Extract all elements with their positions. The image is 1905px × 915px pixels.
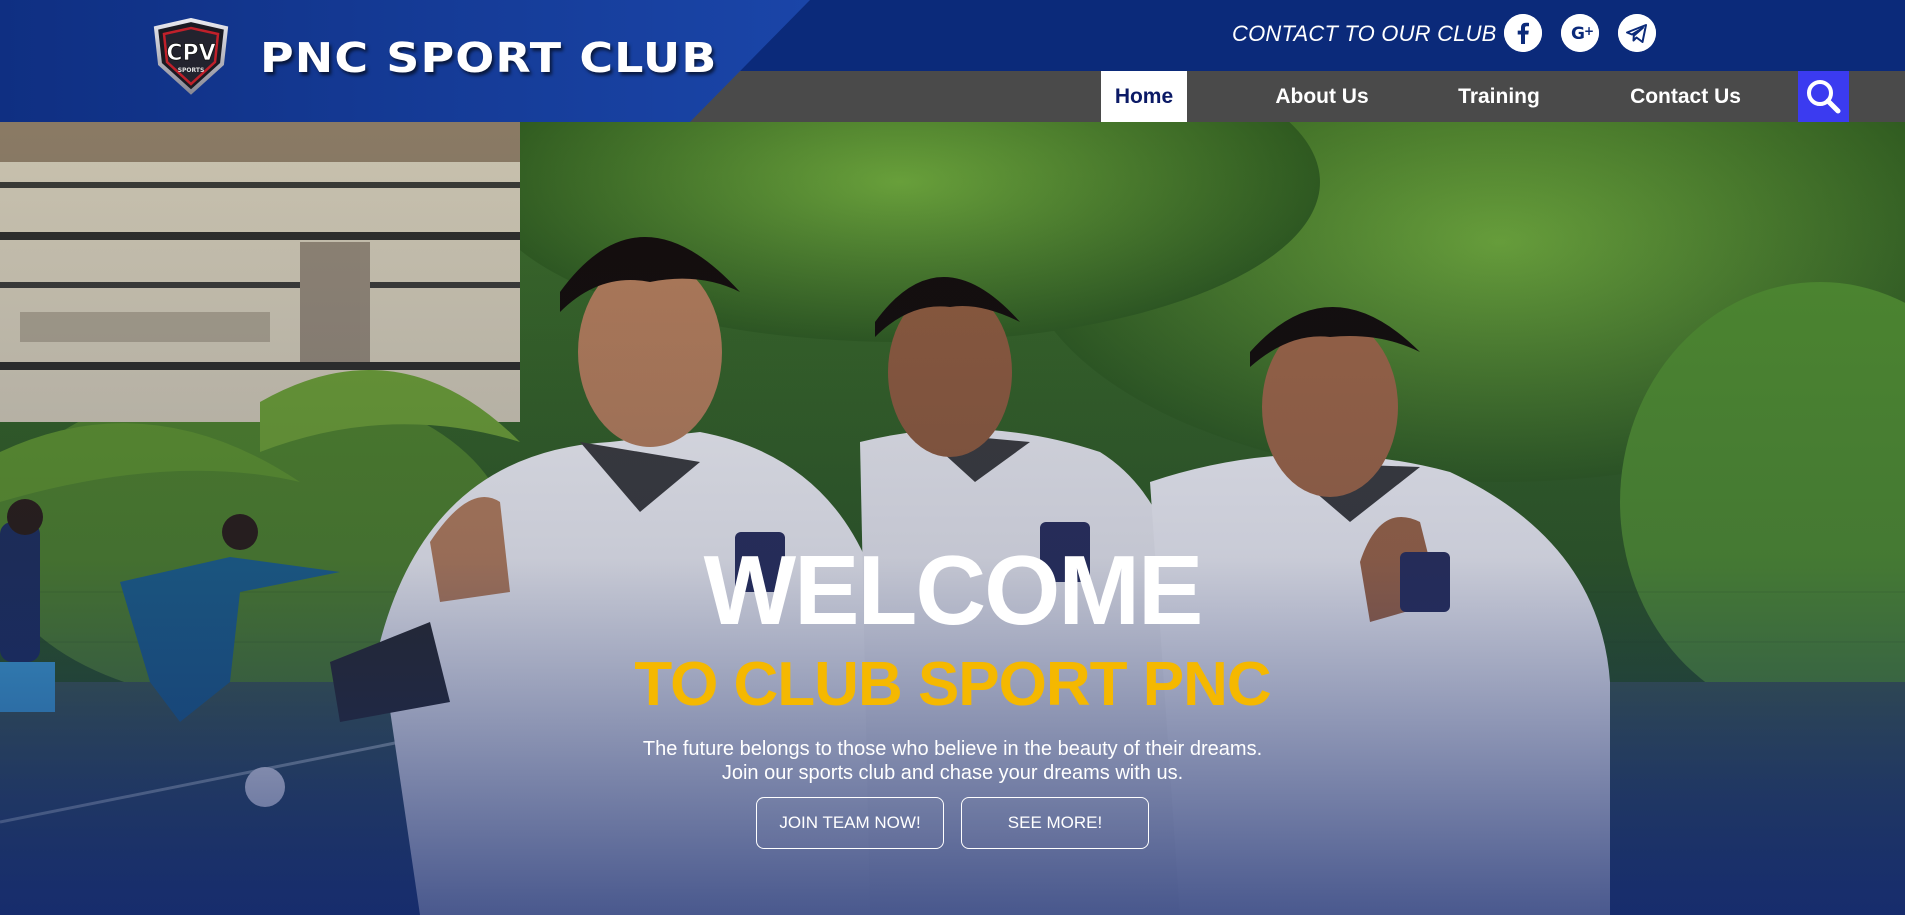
search-icon bbox=[1807, 80, 1841, 114]
nav-home[interactable]: Home bbox=[1101, 71, 1187, 122]
club-logo[interactable]: CPV SPORTS bbox=[148, 17, 234, 96]
logo-text: CPV bbox=[166, 41, 215, 66]
see-more-button[interactable]: SEE MORE! bbox=[961, 797, 1149, 849]
svg-text:+: + bbox=[1584, 24, 1594, 38]
google-plus-icon[interactable]: G + bbox=[1561, 14, 1599, 52]
logo-subtext: SPORTS bbox=[178, 67, 205, 74]
join-team-button[interactable]: JOIN TEAM NOW! bbox=[756, 797, 944, 849]
site-header: CPV SPORTS PNC SPORT CLUB CONTACT TO OUR… bbox=[0, 0, 1905, 122]
tagline-line-2: Join our sports club and chase your drea… bbox=[721, 762, 1184, 784]
telegram-icon[interactable] bbox=[1618, 14, 1656, 52]
tagline-line-1: The future belongs to those who believe … bbox=[642, 738, 1263, 760]
search-button[interactable] bbox=[1798, 71, 1849, 122]
hero-section: WELCOME TO CLUB SPORT PNC The future bel… bbox=[0, 122, 1905, 915]
nav-contact-us[interactable]: Contact Us bbox=[1617, 71, 1754, 122]
svg-text:G: G bbox=[1571, 24, 1585, 44]
hero-tagline: The future belongs to those who believe … bbox=[0, 737, 1905, 785]
hero-overlay bbox=[0, 122, 1905, 915]
facebook-icon[interactable] bbox=[1504, 14, 1542, 52]
contact-text: CONTACT TO OUR CLUB bbox=[1232, 21, 1497, 46]
brand-title[interactable]: PNC SPORT CLUB bbox=[260, 34, 717, 82]
hero-title: WELCOME bbox=[703, 535, 1204, 645]
nav-training[interactable]: Training bbox=[1447, 71, 1551, 122]
hero-subtitle: TO CLUB SPORT PNC bbox=[634, 650, 1271, 719]
nav-about-us[interactable]: About Us bbox=[1255, 71, 1389, 122]
